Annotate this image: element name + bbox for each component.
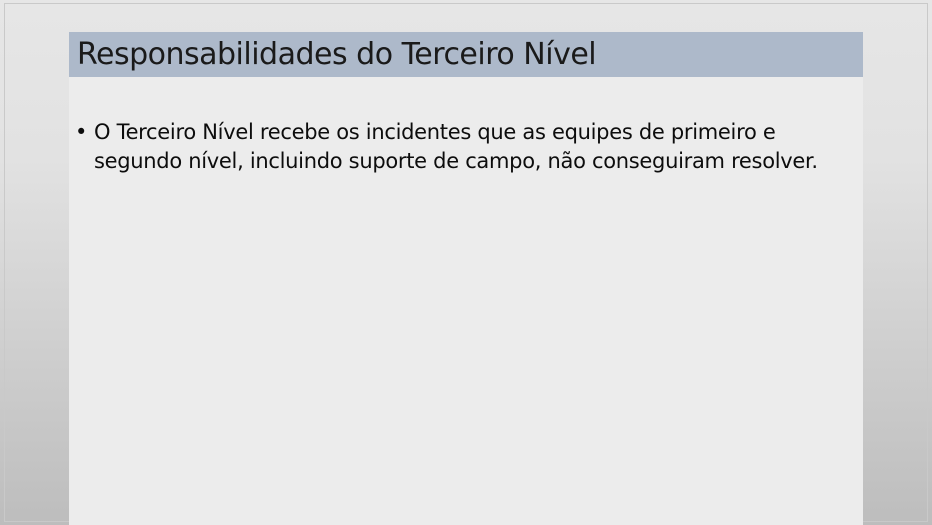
bullet-item: • O Terceiro Nível recebe os incidentes … <box>75 118 835 176</box>
slide-title: Responsabilidades do Terceiro Nível <box>77 37 597 72</box>
slide-title-bar: Responsabilidades do Terceiro Nível <box>69 32 863 77</box>
bullet-text: O Terceiro Nível recebe os incidentes qu… <box>94 120 818 173</box>
bullet-list: • O Terceiro Nível recebe os incidentes … <box>75 118 835 176</box>
bullet-marker: • <box>75 120 88 144</box>
